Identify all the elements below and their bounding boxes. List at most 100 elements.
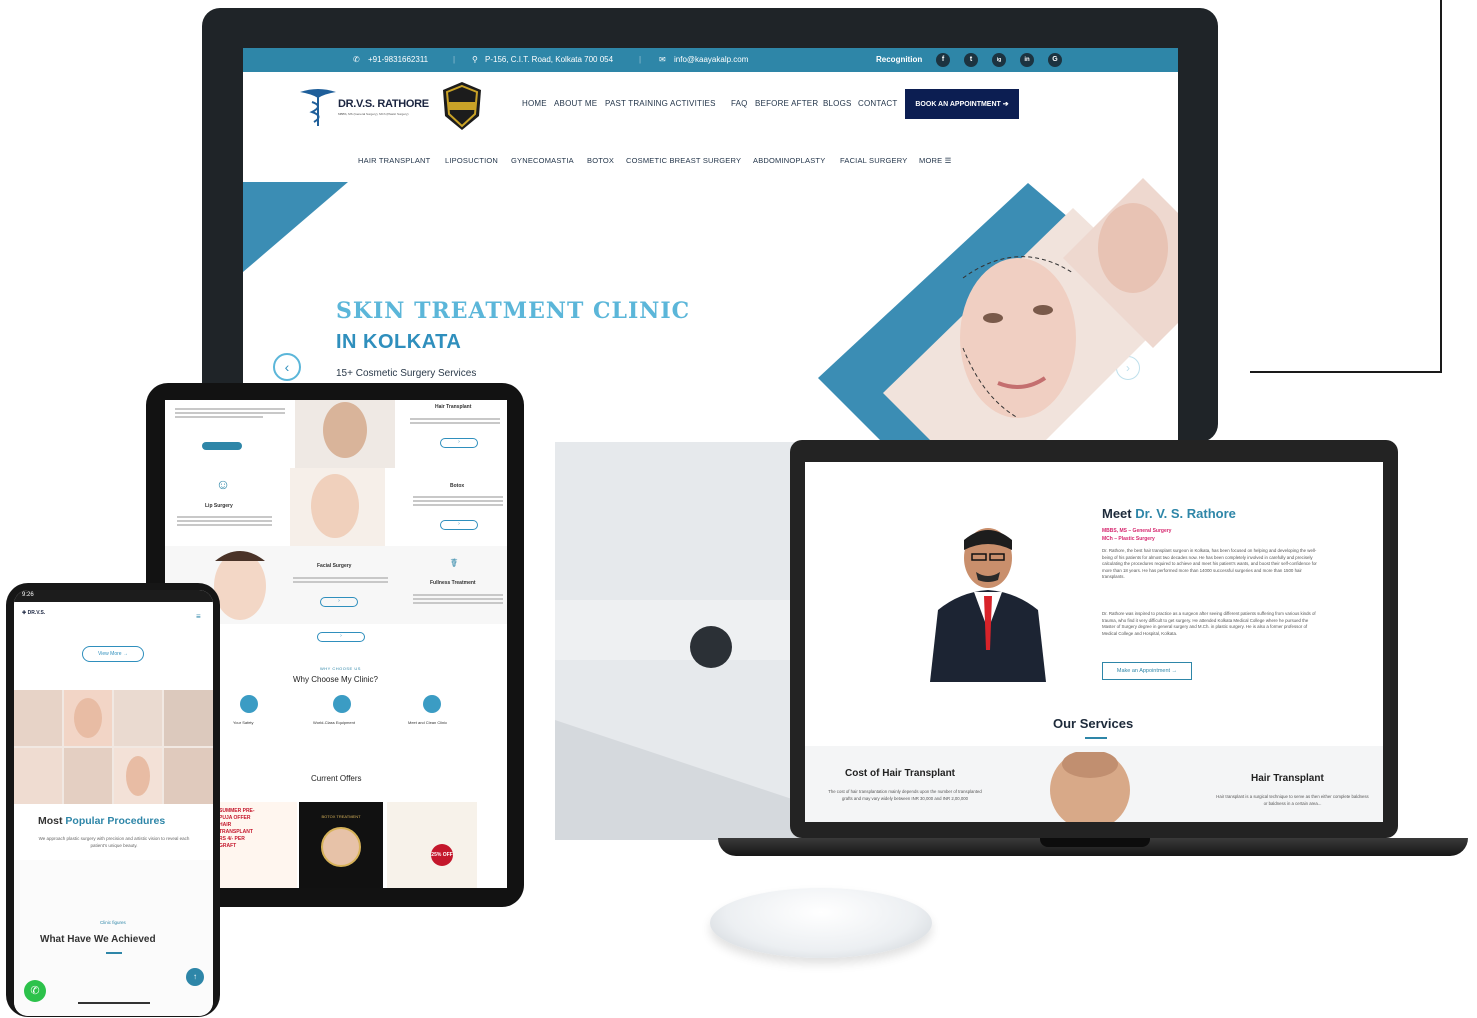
caduceus-icon — [300, 89, 336, 126]
mail-icon: ✉ — [659, 55, 666, 64]
why-item-safety: Your Safety — [233, 720, 254, 725]
tablet-know-more-button[interactable] — [202, 442, 242, 450]
linkedin-icon[interactable]: in — [1020, 53, 1034, 67]
phone-screen: 9:26 ✚ DR.V.S. ≡ View More → Most Popula… — [14, 590, 213, 1016]
carousel-prev-button[interactable]: ‹ — [273, 353, 301, 381]
clinic-figures-kicker: Clinic figures — [100, 920, 126, 925]
scroll-top-icon[interactable]: ↑ — [186, 968, 204, 986]
why-item-clinic: Meet and Clean Clinic — [408, 720, 448, 725]
nav-faq[interactable]: FAQ — [731, 99, 748, 108]
nav-about-me[interactable]: ABOUT ME — [554, 99, 597, 108]
instagram-icon[interactable]: ig — [992, 53, 1006, 67]
meet-name: Dr. V. S. Rathore — [1135, 506, 1236, 521]
achieved-heading: What Have We Achieved — [40, 934, 156, 945]
topbar-email[interactable]: info@kaayakalp.com — [674, 55, 748, 64]
hero-subtitle: 15+ Cosmetic Surgery Services — [336, 368, 477, 379]
hero-title-line1: SKIN TREATMENT CLINIC — [336, 298, 691, 324]
meet-prefix: Meet — [1102, 506, 1136, 521]
hero-corner-shape — [243, 182, 348, 272]
tablet-card-botox[interactable]: Botox — [450, 483, 464, 489]
phone-logo[interactable]: ✚ DR.V.S. — [22, 610, 82, 626]
phone-status-bar: 9:26 — [14, 590, 213, 602]
tablet-read-more-button[interactable]: › — [440, 438, 478, 448]
nav-gynecomastia[interactable]: GYNECOMASTIA — [511, 156, 574, 165]
most-popular-heading: Most Popular Procedures — [38, 815, 165, 827]
topbar-divider: | — [639, 55, 642, 64]
frame-border-vertical — [1440, 0, 1442, 373]
tablet-view-all-button[interactable]: › — [317, 632, 365, 642]
most-popular-prefix: Most — [38, 815, 66, 827]
topbar-divider: | — [453, 55, 456, 64]
tablet-read-more-button[interactable]: › — [320, 597, 358, 607]
facebook-icon[interactable]: f — [936, 53, 950, 67]
nav-abdominoplasty[interactable]: ABDOMINOPLASTY — [753, 156, 825, 165]
offer-card-botox[interactable]: BOTOX TREATMENT — [299, 802, 383, 888]
service-cost-title[interactable]: Cost of Hair Transplant — [845, 768, 955, 779]
service-hair-transplant-text: Hair transplant is a surgical technique … — [1216, 794, 1369, 806]
offer-2-face — [321, 827, 361, 867]
tablet-botox-image — [290, 468, 385, 548]
offer-card-hair-transplant[interactable]: SUMMER PRE-PUJA OFFER HAIR TRANSPLANT RS… — [215, 802, 297, 888]
fullness-icon: ☤ — [450, 556, 459, 570]
location-icon: ⚲ — [472, 55, 478, 64]
doctor-portrait — [930, 528, 1046, 682]
qualification-2: MCh – Plastic Surgery — [1102, 536, 1155, 542]
nav-blogs[interactable]: BLOGS — [823, 99, 852, 108]
safety-icon — [240, 695, 258, 713]
google-icon[interactable]: G — [1048, 53, 1062, 67]
laptop-notch — [1040, 838, 1150, 847]
laptop-screen: Meet Dr. V. S. Rathore MBBS, MS – Genera… — [805, 462, 1383, 822]
tablet-text-block — [413, 592, 503, 606]
our-services-heading: Our Services — [1053, 716, 1134, 731]
tablet-read-more-button[interactable]: › — [440, 520, 478, 530]
offer-3-text: 25% OFF — [431, 844, 453, 866]
whatsapp-icon[interactable]: ✆ — [24, 980, 46, 1002]
nav-home[interactable]: HOME — [522, 99, 547, 108]
nav-botox[interactable]: BOTOX — [587, 156, 614, 165]
nav-facial-surgery[interactable]: FACIAL SURGERY — [840, 156, 907, 165]
service-cost-text: The cost of hair transplantation mainly … — [828, 789, 982, 801]
nav-contact[interactable]: CONTACT — [858, 99, 897, 108]
nav-more[interactable]: MORE ☰ — [919, 156, 952, 165]
tablet-why-heading: Why Choose My Clinic? — [293, 675, 378, 684]
hamburger-icon[interactable]: ≡ — [196, 612, 201, 621]
tablet-card-hair-transplant[interactable]: Hair Transplant — [435, 404, 471, 410]
nav-before-after[interactable]: BEFORE AFTER — [755, 99, 818, 108]
make-appointment-button[interactable]: Make an Appointment → — [1102, 662, 1192, 680]
tablet-text-block — [410, 416, 500, 426]
tablet-text-block — [175, 406, 285, 420]
nav-hair-transplant[interactable]: HAIR TRANSPLANT — [358, 156, 430, 165]
logo-tagline: MBBS, MS (General Surgery), MCh (Plastic… — [338, 112, 409, 116]
site-logo[interactable]: DR.V.S. RATHORE MBBS, MS (General Surger… — [298, 84, 429, 128]
nav-cosmetic-breast-surgery[interactable]: COSMETIC BREAST SURGERY — [626, 156, 741, 165]
tablet-card-facial-surgery[interactable]: Facial Surgery — [317, 563, 351, 569]
topbar-address: P-156, C.I.T. Road, Kolkata 700 054 — [485, 55, 614, 64]
hero-title-line2: IN KOLKATA — [336, 331, 462, 353]
tablet-why-kicker: WHY CHOOSE US — [320, 666, 361, 671]
tablet-card-lip-surgery[interactable]: Lip Surgery — [205, 503, 233, 509]
phone-view-more-button[interactable]: View More → — [82, 646, 144, 662]
twitter-icon[interactable]: t — [964, 53, 978, 67]
lip-icon: ☺ — [215, 476, 231, 492]
offer-2-text: BOTOX TREATMENT — [321, 814, 361, 819]
tablet-text-block — [177, 514, 272, 528]
bio-paragraph-2: Dr. Rathore was inspired to practice as … — [1102, 611, 1316, 636]
tablet-text-block — [293, 575, 388, 585]
home-indicator — [78, 1002, 150, 1004]
offer-card-discount[interactable]: 25% OFF — [387, 802, 477, 888]
tablet-card-fullness-treatment[interactable]: Fullness Treatment — [430, 580, 476, 586]
heading-underline — [106, 952, 122, 954]
computer-mouse — [710, 888, 932, 958]
logo-name: DR.V.S. RATHORE — [338, 98, 429, 110]
recognition-link[interactable]: Recognition — [876, 55, 922, 64]
popular-procedures-collage — [14, 690, 213, 804]
clinic-icon — [423, 695, 441, 713]
phone-icon: ✆ — [353, 55, 360, 64]
service-hair-transplant-title[interactable]: Hair Transplant — [1251, 773, 1324, 784]
qualification-1: MBBS, MS – General Surgery — [1102, 528, 1172, 534]
nav-past-training[interactable]: PAST TRAINING ACTIVITIES — [605, 99, 716, 108]
book-appointment-button[interactable]: BOOK AN APPOINTMENT ➔ — [905, 89, 1019, 119]
topbar-phone[interactable]: +91-9831662311 — [368, 55, 428, 64]
nav-liposuction[interactable]: LIPOSUCTION — [445, 156, 498, 165]
tablet-offers-heading: Current Offers — [311, 774, 362, 783]
